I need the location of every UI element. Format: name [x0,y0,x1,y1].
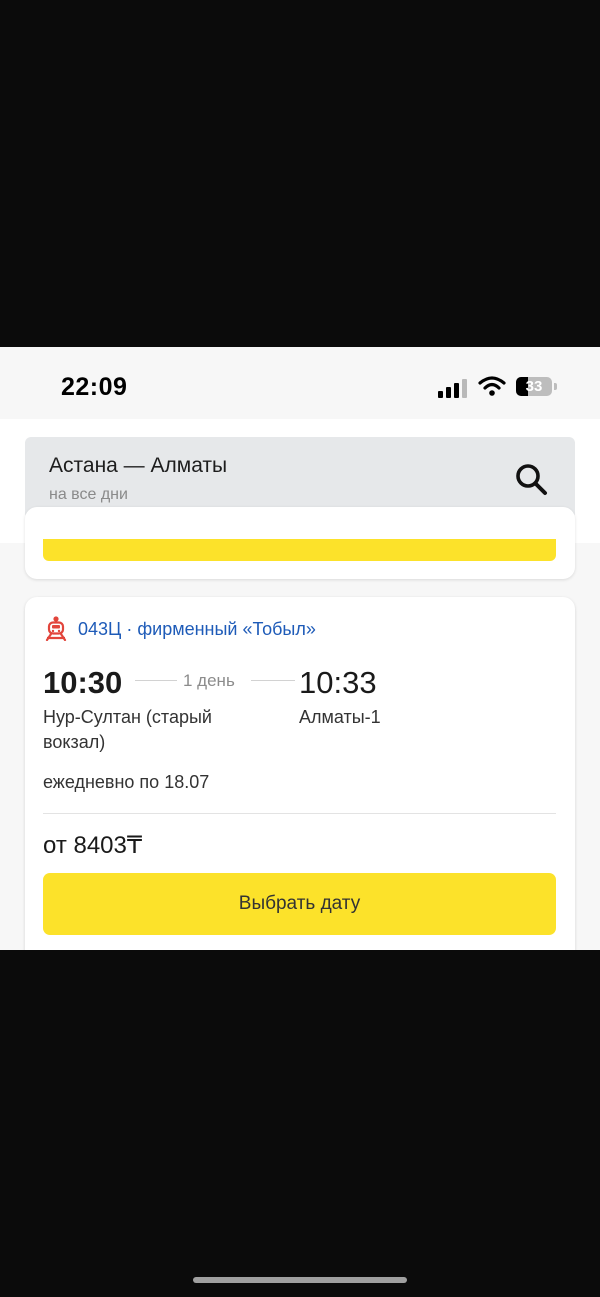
home-indicator[interactable] [193,1277,407,1283]
battery-icon: 33 [516,377,552,396]
train-card[interactable]: 043Ц · фирменный «Тобыл» 10:30 1 день 10… [25,597,575,950]
schedule-text: ежедневно по 18.07 [43,772,210,792]
trip-duration: 1 день [183,671,235,690]
divider [43,813,556,814]
search-icon[interactable] [513,461,549,497]
battery-cap [554,383,557,390]
status-bar: 22:09 33 [0,347,600,419]
route-dates: на все дни [49,486,128,503]
duration-line-left [135,680,177,681]
battery-level: 33 [525,378,543,395]
previous-choose-date-button[interactable] [43,539,556,561]
arrival-station: Алматы-1 [299,707,381,727]
choose-date-button[interactable]: Выбрать дату [43,873,556,935]
departure-station: Нур-Султан (старый вокзал) [43,707,212,752]
cellular-signal-icon [438,378,470,398]
wifi-icon [478,376,506,396]
route-title: Астана — Алматы [49,454,228,477]
status-time: 22:09 [61,373,128,401]
price: от 8403₸ [43,832,143,859]
duration-line-right [251,680,295,681]
arrival-time: 10:33 [299,665,377,700]
departure-time: 10:30 [43,665,123,700]
train-icon [45,616,67,641]
train-name-link[interactable]: 043Ц · фирменный «Тобыл» [78,619,316,640]
app-screen: 22:09 33 Астана — Алматы на все дни 043Ц… [0,347,600,950]
previous-train-card [25,507,575,579]
